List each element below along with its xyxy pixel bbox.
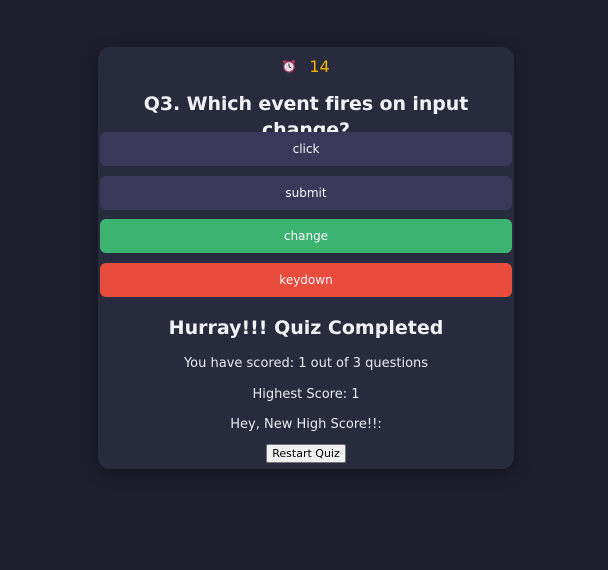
option-change[interactable]: change: [100, 219, 512, 253]
option-click[interactable]: click: [100, 132, 512, 166]
score-text: You have scored: 1 out of 3 questions: [183, 356, 429, 371]
new-high-score-text: Hey, New High Score!!:: [230, 417, 382, 432]
options-list: click submit change keydown: [100, 132, 512, 306]
option-submit[interactable]: submit: [100, 175, 512, 210]
quiz-card: 14 Q3. Which event fires on input change…: [98, 47, 514, 469]
result-title: Hurray!!! Quiz Completed: [168, 317, 444, 339]
alarm-clock-icon: [283, 59, 296, 73]
high-score-text: Highest Score: 1: [252, 387, 360, 402]
timer-value: 14: [309, 56, 330, 76]
option-keydown[interactable]: keydown: [100, 262, 512, 297]
timer: 14: [98, 56, 514, 76]
result-panel: Hurray!!! Quiz Completed You have scored…: [98, 315, 514, 463]
restart-quiz-button[interactable]: Restart Quiz: [266, 444, 346, 463]
